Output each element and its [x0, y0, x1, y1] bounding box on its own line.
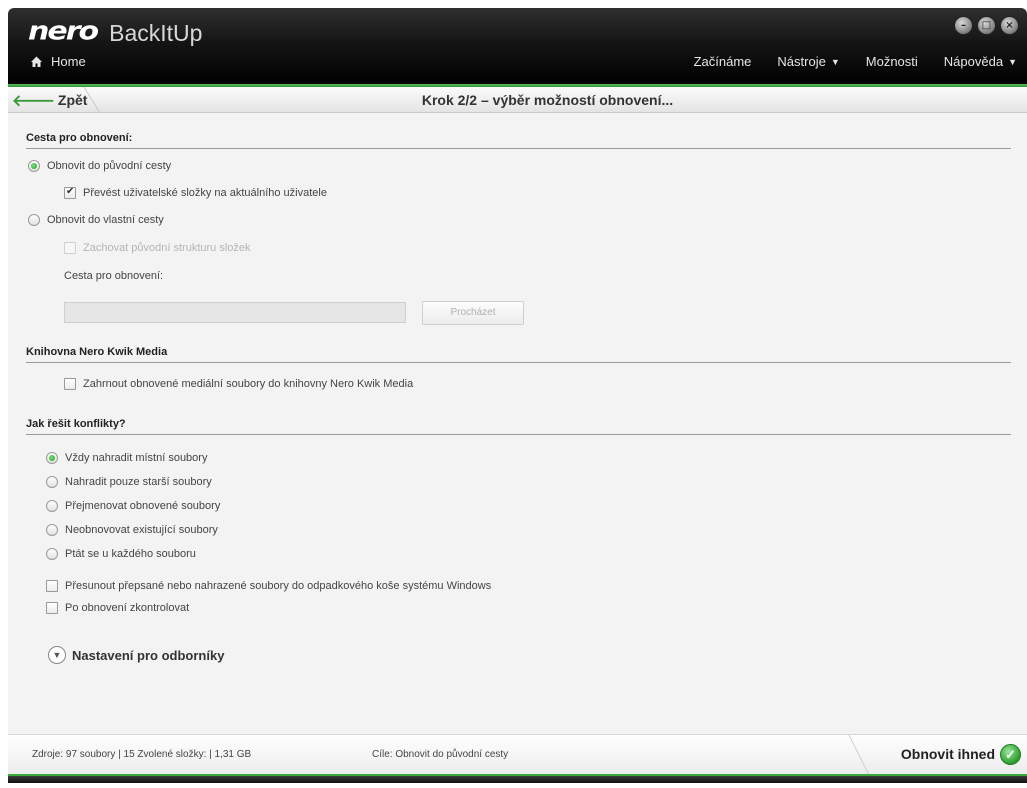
status-footer: Zdroje: 97 soubory | 15 Zvolené složky: …: [8, 734, 1027, 775]
app-window: nero BackItUp – □ × Home Začínáme Nástro…: [8, 8, 1027, 783]
chevron-down-icon[interactable]: ▼: [48, 646, 66, 664]
radio-button[interactable]: [46, 452, 58, 464]
chevron-down-icon: ▼: [830, 57, 840, 67]
radio-button[interactable]: [46, 548, 58, 560]
browse-button[interactable]: Procházet: [422, 301, 524, 325]
home-link[interactable]: Home: [30, 54, 86, 69]
nav-label: Nástroje: [777, 54, 826, 69]
checkbox-convert-user-folders[interactable]: Převést uživatelské složky na aktuálního…: [64, 186, 327, 199]
nav-help[interactable]: Nápověda ▼: [944, 54, 1017, 69]
radio-restore-original[interactable]: Obnovit do původní cesty: [28, 160, 171, 172]
expert-settings-toggle[interactable]: ▼ Nastavení pro odborníky: [48, 646, 224, 664]
radio-label: Obnovit do původní cesty: [47, 160, 172, 172]
path-label-text: Cesta pro obnovení:: [64, 270, 164, 282]
nav-tools[interactable]: Nástroje ▼: [777, 54, 839, 69]
checkmark-icon: ✓: [1000, 744, 1021, 765]
sources-summary: Zdroje: 97 soubory | 15 Zvolené složky: …: [32, 749, 252, 760]
conflicts-heading: Jak řešit konflikty?: [26, 418, 1011, 435]
checkbox-label: Zachovat původní strukturu složek: [83, 242, 251, 254]
maximize-icon[interactable]: □: [977, 16, 996, 35]
radio-button[interactable]: [46, 476, 58, 488]
product-name: BackItUp: [109, 20, 203, 46]
restore-path-heading: Cesta pro obnovení:: [26, 132, 1011, 149]
radio-label: Vždy nahradit místní soubory: [65, 452, 208, 464]
step-bar: Krok 2/2 – výběr možností obnovení... 🡐 …: [8, 87, 1027, 113]
checkbox-label: Zahrnout obnovené mediální soubory do kn…: [83, 378, 414, 390]
nav-label: Začínáme: [693, 54, 752, 69]
nav-options[interactable]: Možnosti: [866, 54, 918, 69]
checkbox-move-to-recycle[interactable]: Přesunout přepsané nebo nahrazené soubor…: [46, 580, 491, 592]
target-summary: Cíle: Obnovit do původní cesty: [372, 749, 509, 760]
checkbox-include-media[interactable]: Zahrnout obnovené mediální soubory do kn…: [64, 378, 413, 390]
radio-conflict-rename[interactable]: Přejmenovat obnovené soubory: [46, 500, 220, 512]
radio-conflict-skip[interactable]: Neobnovovat existující soubory: [46, 524, 218, 536]
checkbox-keep-structure[interactable]: Zachovat původní strukturu složek: [64, 242, 251, 254]
checkbox-label: Přesunout přepsané nebo nahrazené soubor…: [65, 580, 492, 592]
checkbox[interactable]: [64, 242, 76, 254]
radio-conflict-ask[interactable]: Ptát se u každého souboru: [46, 548, 196, 560]
restore-now-button[interactable]: Obnovit ihned ✓: [847, 735, 1027, 775]
top-nav: Začínáme Nástroje ▼ Možnosti Nápověda ▼: [694, 54, 1017, 69]
path-label: Cesta pro obnovení:: [64, 270, 163, 282]
radio-label: Neobnovovat existující soubory: [65, 524, 218, 536]
nav-label: Možnosti: [865, 54, 918, 69]
radio-label: Nahradit pouze starší soubory: [65, 476, 212, 488]
checkbox[interactable]: [46, 580, 58, 592]
radio-conflict-replace-all[interactable]: Vždy nahradit místní soubory: [46, 452, 207, 464]
media-library-heading: Knihovna Nero Kwik Media: [26, 346, 1011, 363]
back-arrow-icon: 🡐: [12, 92, 55, 110]
restore-now-label: Obnovit ihned: [900, 746, 995, 762]
restore-path-input[interactable]: [64, 302, 406, 323]
expert-settings-label: Nastavení pro odborníky: [72, 647, 225, 663]
radio-label: Ptát se u každého souboru: [65, 548, 196, 560]
home-icon: [30, 55, 43, 68]
minimize-icon[interactable]: –: [954, 16, 973, 35]
close-icon[interactable]: ×: [1000, 16, 1019, 35]
radio-label: Přejmenovat obnovené soubory: [65, 500, 221, 512]
home-label: Home: [51, 54, 86, 69]
back-separator: [83, 87, 101, 113]
nav-getting-started[interactable]: Začínáme: [694, 54, 752, 69]
step-title: Krok 2/2 – výběr možností obnovení...: [421, 92, 674, 108]
header-bar: nero BackItUp – □ × Home Začínáme Nástro…: [8, 8, 1027, 84]
checkbox-verify-after[interactable]: Po obnovení zkontrolovat: [46, 602, 189, 614]
window-controls: – □ ×: [954, 16, 1019, 35]
nav-label: Nápověda: [943, 54, 1004, 69]
radio-conflict-replace-older[interactable]: Nahradit pouze starší soubory: [46, 476, 212, 488]
bottom-accent-bar: [8, 774, 1027, 783]
radio-label: Obnovit do vlastní cesty: [47, 214, 164, 226]
radio-restore-custom[interactable]: Obnovit do vlastní cesty: [28, 214, 164, 226]
radio-button[interactable]: [46, 500, 58, 512]
checkbox[interactable]: [64, 378, 76, 390]
radio-button[interactable]: [46, 524, 58, 536]
checkbox-label: Po obnovení zkontrolovat: [65, 602, 190, 614]
app-logo: nero BackItUp: [28, 14, 202, 48]
brand-logo: nero: [28, 16, 99, 47]
chevron-down-icon: ▼: [1008, 57, 1017, 67]
radio-button[interactable]: [28, 214, 40, 226]
radio-button[interactable]: [28, 160, 40, 172]
checkbox[interactable]: [64, 186, 76, 199]
checkbox-label: Převést uživatelské složky na aktuálního…: [83, 187, 327, 199]
checkbox[interactable]: [46, 602, 58, 614]
